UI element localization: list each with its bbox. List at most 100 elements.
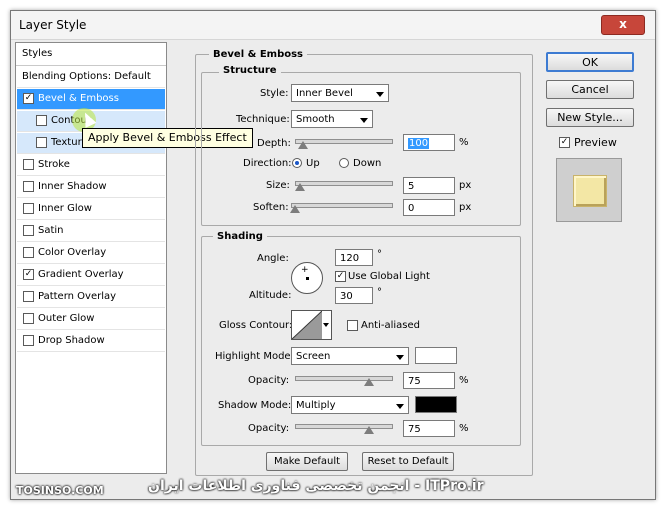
style-item-satin[interactable]: Satin	[17, 221, 165, 242]
preview-swatch	[573, 175, 607, 207]
soften-unit: px	[459, 202, 472, 213]
shadow-mode-label: Shadow Mode:	[218, 400, 292, 411]
outer-glow-checkbox[interactable]	[23, 313, 34, 324]
shadow-opacity-input[interactable]: 75	[403, 420, 455, 437]
size-value: 5	[408, 181, 415, 192]
direction-up-radio[interactable]	[292, 158, 302, 168]
satin-checkbox[interactable]	[23, 225, 34, 236]
reset-to-default-button[interactable]: Reset to Default	[362, 452, 454, 471]
slider-thumb[interactable]	[298, 141, 308, 149]
style-item-label: Stroke	[38, 159, 70, 170]
slider-thumb[interactable]	[295, 183, 305, 191]
style-item-label: Color Overlay	[38, 247, 107, 258]
highlight-opacity-slider[interactable]	[295, 374, 393, 386]
soften-input[interactable]: 0	[403, 199, 455, 216]
bevel-emboss-title: Bevel & Emboss	[209, 49, 307, 60]
style-item-drop-shadow[interactable]: Drop Shadow	[17, 331, 165, 352]
shadow-mode-select[interactable]: Multiply	[291, 396, 409, 414]
style-item-label: Gradient Overlay	[38, 269, 124, 280]
ok-button[interactable]: OK	[546, 52, 634, 72]
inner-glow-checkbox[interactable]	[23, 203, 34, 214]
contour-checkbox[interactable]	[36, 115, 47, 126]
new-style-button[interactable]: New Style...	[546, 108, 634, 127]
technique-select[interactable]: Smooth	[291, 110, 373, 128]
altitude-input[interactable]: 30	[335, 287, 373, 304]
use-global-light-checkbox[interactable]: ✓	[335, 271, 346, 282]
angle-value: 120	[340, 253, 360, 264]
soften-value: 0	[408, 203, 415, 214]
shading-title: Shading	[213, 231, 267, 242]
technique-label: Technique:	[236, 114, 290, 125]
watermark-right: انجمن تخصصی فناوری اطلاعات ایران - ITPro…	[148, 478, 484, 494]
gloss-contour-dropdown[interactable]	[322, 310, 332, 340]
slider-track	[295, 139, 393, 144]
title-bar[interactable]: Layer Style x	[11, 11, 655, 40]
slider-thumb[interactable]	[364, 378, 374, 386]
bevel-emboss-checkbox[interactable]: ✓	[23, 93, 34, 104]
slider-track	[295, 181, 393, 186]
chevron-down-icon	[323, 323, 329, 327]
styles-header[interactable]: Styles	[16, 43, 166, 66]
gloss-contour-preview[interactable]	[291, 310, 323, 340]
style-item-inner-glow[interactable]: Inner Glow	[17, 199, 165, 220]
stroke-checkbox[interactable]	[23, 159, 34, 170]
highlight-opacity-unit: %	[459, 375, 469, 386]
style-item-bevel-emboss[interactable]: ✓ Bevel & Emboss	[17, 89, 165, 110]
inner-shadow-checkbox[interactable]	[23, 181, 34, 192]
gloss-contour-label: Gloss Contour:	[219, 320, 293, 331]
highlight-color-swatch[interactable]	[415, 347, 457, 364]
style-item-label: Inner Glow	[38, 203, 92, 214]
close-button[interactable]: x	[601, 15, 645, 35]
shadow-color-swatch[interactable]	[415, 396, 457, 413]
highlight-mode-select[interactable]: Screen	[291, 347, 409, 365]
chevron-down-icon	[396, 355, 404, 360]
size-slider[interactable]	[295, 179, 393, 191]
make-default-button[interactable]: Make Default	[266, 452, 348, 471]
styles-list: Styles Blending Options: Default ✓ Bevel…	[15, 42, 167, 474]
chevron-down-icon	[360, 118, 368, 123]
soften-slider[interactable]	[290, 201, 393, 213]
anti-aliased-label: Anti-aliased	[361, 320, 421, 331]
watermark-left: TOSINSO.COM	[16, 484, 104, 497]
direction-down-radio[interactable]	[339, 158, 349, 168]
style-item-gradient-overlay[interactable]: ✓ Gradient Overlay	[17, 265, 165, 286]
slider-thumb[interactable]	[364, 426, 374, 434]
chevron-down-icon	[396, 404, 404, 409]
style-item-stroke[interactable]: Stroke	[17, 155, 165, 176]
style-item-color-overlay[interactable]: Color Overlay	[17, 243, 165, 264]
shadow-opacity-slider[interactable]	[295, 422, 393, 434]
size-input[interactable]: 5	[403, 177, 455, 194]
preview-label: Preview	[574, 136, 617, 149]
blending-options-item[interactable]: Blending Options: Default	[17, 67, 165, 88]
altitude-label: Altitude:	[249, 290, 292, 301]
slider-thumb[interactable]	[290, 205, 300, 213]
highlight-opacity-input[interactable]: 75	[403, 372, 455, 389]
style-item-label: Inner Shadow	[38, 181, 107, 192]
depth-input[interactable]: 100	[403, 134, 455, 151]
style-item-outer-glow[interactable]: Outer Glow	[17, 309, 165, 330]
gradient-overlay-checkbox[interactable]: ✓	[23, 269, 34, 280]
style-select[interactable]: Inner Bevel	[291, 84, 389, 102]
angle-input[interactable]: 120	[335, 249, 373, 266]
crosshair-icon: +	[301, 265, 309, 275]
chevron-down-icon	[376, 92, 384, 97]
direction-up-label: Up	[306, 158, 320, 169]
pattern-overlay-checkbox[interactable]	[23, 291, 34, 302]
window-title: Layer Style	[19, 18, 87, 32]
altitude-unit: °	[377, 287, 382, 298]
angle-dial[interactable]: +	[291, 262, 323, 294]
structure-title: Structure	[219, 65, 281, 76]
texture-checkbox[interactable]	[36, 137, 47, 148]
anti-aliased-checkbox[interactable]	[347, 320, 358, 331]
preview-checkbox[interactable]: ✓	[559, 137, 570, 148]
drop-shadow-checkbox[interactable]	[23, 335, 34, 346]
depth-slider[interactable]	[295, 137, 393, 149]
style-item-pattern-overlay[interactable]: Pattern Overlay	[17, 287, 165, 308]
style-item-label: Outer Glow	[38, 313, 95, 324]
cancel-button[interactable]: Cancel	[546, 80, 634, 99]
highlight-opacity-label: Opacity:	[248, 375, 290, 386]
highlight-mode-label: Highlight Mode:	[215, 351, 294, 362]
color-overlay-checkbox[interactable]	[23, 247, 34, 258]
highlight-opacity-value: 75	[408, 376, 421, 387]
style-item-inner-shadow[interactable]: Inner Shadow	[17, 177, 165, 198]
